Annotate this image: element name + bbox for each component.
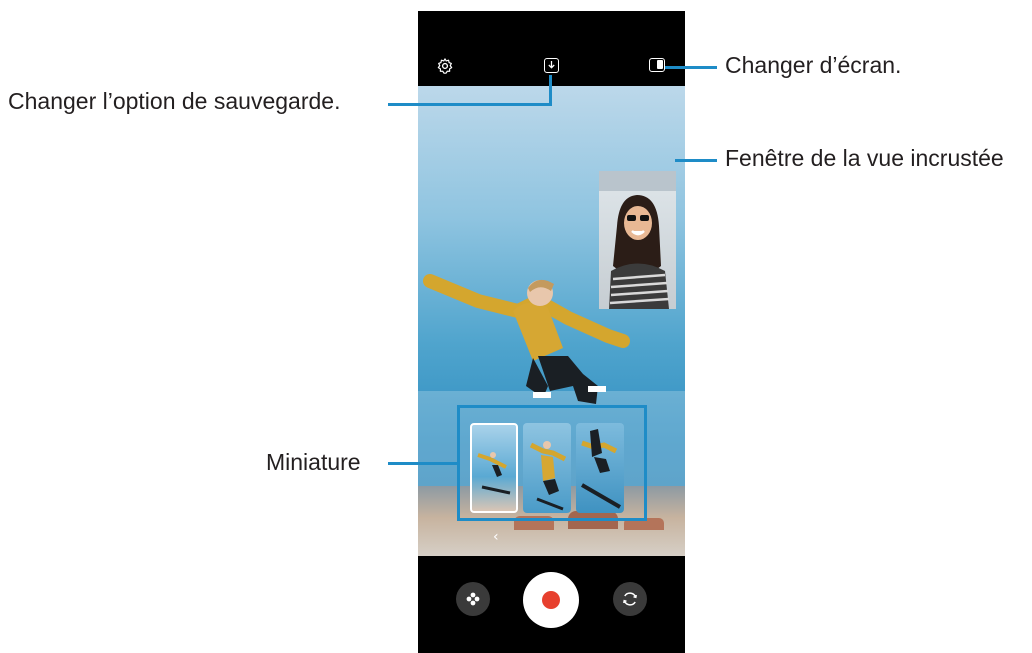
pip-window[interactable] — [599, 171, 676, 309]
switch-camera-icon — [623, 592, 637, 606]
bottom-controls — [418, 556, 685, 653]
settings-button[interactable] — [435, 56, 455, 76]
screen-layout-icon — [649, 58, 665, 72]
callout-save-option: Changer l’option de sauvegarde. — [8, 88, 341, 114]
callout-line-save — [388, 103, 552, 106]
effects-icon — [466, 592, 480, 606]
switch-camera-button[interactable] — [613, 582, 647, 616]
download-icon — [547, 60, 555, 69]
record-icon — [542, 591, 560, 609]
callout-change-screen: Changer d’écran. — [725, 52, 902, 78]
phone-screen: ‹ — [418, 11, 685, 653]
record-button[interactable] — [523, 572, 579, 628]
change-screen-button[interactable] — [648, 56, 666, 74]
callout-thumbnail: Miniature — [266, 449, 361, 475]
thumbnail-callout-frame — [457, 405, 647, 521]
gear-icon — [437, 58, 453, 74]
save-option-button[interactable] — [540, 54, 562, 76]
callout-pip-window: Fenêtre de la vue incrustée — [725, 145, 1004, 171]
pip-selfie-image — [599, 171, 676, 309]
callout-line-screen — [665, 66, 717, 69]
effects-button[interactable] — [456, 582, 490, 616]
callout-line-save-vertical — [549, 75, 552, 106]
callout-line-thumbnail — [388, 462, 458, 465]
callout-line-pip — [675, 159, 717, 162]
chevron-left-icon[interactable]: ‹ — [493, 529, 499, 545]
